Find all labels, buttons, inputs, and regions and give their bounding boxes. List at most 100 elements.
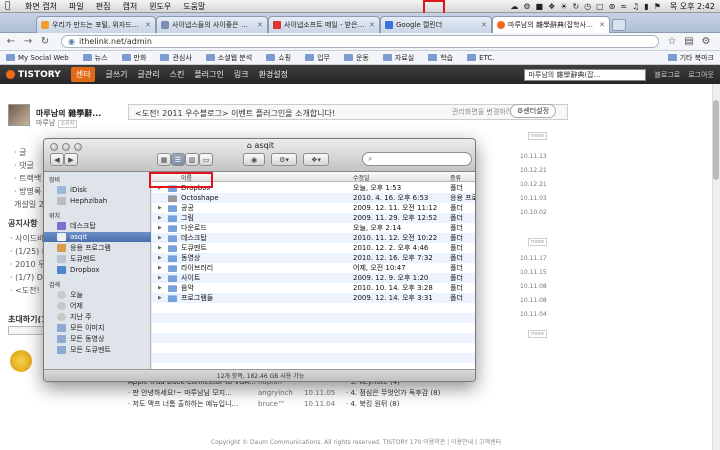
url-input[interactable]: ◉ ithelink.net/admin: [61, 35, 659, 48]
bookmark-news[interactable]: 뉴스: [82, 53, 108, 63]
column-view-button[interactable]: ▥: [185, 153, 199, 166]
close-icon[interactable]: ✕: [599, 21, 605, 29]
bookmark-etc[interactable]: ETC.: [467, 54, 495, 62]
nav-write[interactable]: 글쓰기: [105, 69, 127, 80]
disclosure-triangle-icon[interactable]: ▶: [158, 235, 162, 241]
sidebar-item-all-movies[interactable]: 모든 동영상: [44, 334, 151, 344]
back-button[interactable]: ◀: [50, 153, 64, 166]
apple-icon[interactable]: : [5, 1, 15, 11]
close-icon[interactable]: ✕: [481, 21, 487, 29]
file-row-downloads[interactable]: ▶ 다운로드 오늘, 오후 2:14 폴더: [152, 223, 475, 233]
quicklook-button[interactable]: ◉: [243, 153, 265, 166]
new-tab-button[interactable]: [612, 19, 626, 31]
disclosure-triangle-icon[interactable]: ▶: [158, 245, 162, 251]
column-header-kind[interactable]: 종류: [450, 173, 461, 182]
file-row-octoshape[interactable]: Octoshape 2010. 4. 16. 오후 6:53 응용 프로: [152, 193, 475, 203]
disclosure-triangle-icon[interactable]: ▶: [158, 205, 162, 211]
bookmark-comics[interactable]: 만화: [121, 53, 146, 63]
browser-tab-insidesynap[interactable]: 사이냅스들의 사이좋은 공간 InsideSynap ✕: [156, 16, 268, 33]
disclosure-triangle-icon[interactable]: ▶: [158, 265, 162, 271]
list-view-button[interactable]: ☰: [171, 153, 185, 166]
wifi-icon[interactable]: ≈: [620, 2, 627, 11]
sidebar-item-asqit[interactable]: asqit: [44, 232, 151, 242]
bookmark-my-social-web[interactable]: My Social Web: [6, 54, 69, 62]
bookmark-work[interactable]: 입무: [305, 53, 330, 63]
browser-tab-wizard[interactable]: 우리가 만드는 포털, 위자드닷컴 ✕: [36, 16, 156, 33]
nav-skin[interactable]: 스킨: [170, 69, 185, 80]
disclosure-triangle-icon[interactable]: ▶: [158, 225, 162, 231]
nav-settings[interactable]: 환경설정: [259, 69, 288, 80]
bookmark-shopping[interactable]: 쇼핑: [266, 53, 291, 63]
star-icon[interactable]: ☆: [665, 35, 679, 49]
center-setting-button[interactable]: ⚙ 센터설정: [510, 104, 557, 118]
browser-tab-mail[interactable]: 사이냅소프트 메일 - 받은편지함 ✕: [268, 16, 380, 33]
close-icon[interactable]: ✕: [369, 21, 375, 29]
reload-icon[interactable]: ↻: [38, 35, 52, 49]
more-link-middle[interactable]: more: [528, 238, 547, 246]
tray-icon-1[interactable]: ☁: [510, 2, 518, 11]
file-row-movies[interactable]: ▶ 동영상 2010. 12. 16. 오후 7:32 폴더: [152, 253, 475, 263]
list-item[interactable]: · 판 안녕하세요!~ 마루남님 모지... angryinch 10.11.0…: [128, 387, 548, 398]
back-arrow-icon[interactable]: ←: [4, 35, 18, 49]
sidebar-item-idisk[interactable]: iDisk: [44, 185, 151, 195]
nav-manage-posts[interactable]: 글관리: [138, 69, 160, 80]
sidebar-item-last-week[interactable]: 지난 주: [44, 312, 151, 322]
logout-link[interactable]: 로그아웃: [688, 70, 714, 80]
menubar-clock[interactable]: 목 오후 2:42: [670, 1, 715, 12]
menu-item-app[interactable]: 화면 캡처: [25, 1, 57, 12]
disclosure-triangle-icon[interactable]: ▶: [158, 285, 162, 291]
file-row-pictures[interactable]: ▶ 그림 2009. 11. 29. 오후 12:52 폴더: [152, 213, 475, 223]
more-link-top[interactable]: more: [528, 132, 547, 140]
file-row-documents[interactable]: ▶ 도큐멘트 2010. 12. 2. 오후 4:46 폴더: [152, 243, 475, 253]
menu-item-file[interactable]: 파일: [69, 1, 84, 12]
column-header-date[interactable]: 수정일: [353, 173, 370, 182]
file-row-public[interactable]: ▶ 공공 2009. 12. 11. 오전 11:12 폴더: [152, 203, 475, 213]
bookmark-other[interactable]: 기타 북마크: [667, 53, 714, 63]
flag-icon[interactable]: ⚑: [654, 2, 661, 11]
sidebar-item-desktop[interactable]: 데스크탑: [44, 221, 151, 231]
page-menu-icon[interactable]: ▤: [682, 35, 696, 49]
file-row-music[interactable]: ▶ 음악 2010. 10. 14. 오후 3:28 폴더: [152, 283, 475, 293]
forward-button[interactable]: ▶: [64, 153, 78, 166]
menu-item-help[interactable]: 도움말: [183, 1, 205, 12]
bookmark-interests[interactable]: 관심사: [160, 53, 192, 63]
file-row-desktop[interactable]: ▶ 데스크탑 2010. 11. 12. 오전 10:22 폴더: [152, 233, 475, 243]
file-row-programs[interactable]: ▶ 프로그램들 2009. 12. 14. 오후 3:31 폴더: [152, 293, 475, 303]
menu-item-window[interactable]: 윈도우: [149, 1, 171, 12]
invite-input[interactable]: [8, 326, 44, 335]
action-menu-button[interactable]: ⚙▾: [271, 153, 297, 166]
icon-view-button[interactable]: ▦: [157, 153, 171, 166]
browser-tab-tistory[interactable]: 마루남의 雜學辭典(잡학사전) :: Tistory ✕: [492, 16, 610, 33]
list-item[interactable]: · 저도 맥프 너톰 출하하는 예뉴입니... bruce™ 10.11.04 …: [128, 398, 548, 409]
bookmark-study[interactable]: 학습: [428, 53, 453, 63]
tray-icon-8[interactable]: ▢: [596, 2, 604, 11]
menu-item-edit[interactable]: 편집: [96, 1, 111, 12]
tray-icon-2[interactable]: ⚙: [523, 2, 530, 11]
timemachine-icon[interactable]: ◷: [584, 2, 591, 11]
bookmark-social-analysis[interactable]: 소셜웹 분석: [205, 53, 252, 63]
sidebar-item-dropbox[interactable]: Dropbox: [44, 265, 151, 275]
close-icon[interactable]: ✕: [257, 21, 263, 29]
sync-icon[interactable]: ↻: [572, 2, 579, 11]
nav-plugin[interactable]: 플러그인: [194, 69, 223, 80]
nav-link[interactable]: 링크: [234, 69, 249, 80]
sidebar-item-today[interactable]: 오늘: [44, 290, 151, 300]
bookmark-archive[interactable]: 자료실: [382, 53, 414, 63]
disclosure-triangle-icon[interactable]: ▶: [158, 275, 162, 281]
browser-tab-calendar[interactable]: Google 캘린더 ✕: [380, 16, 492, 33]
sidebar-item-all-images[interactable]: 모든 이미지: [44, 323, 151, 333]
sidebar-item-yesterday[interactable]: 어제: [44, 301, 151, 311]
disclosure-triangle-icon[interactable]: ▶: [158, 215, 162, 221]
dropbox-status-icon[interactable]: ❖: [548, 2, 555, 11]
tistory-logo[interactable]: TISTORY: [6, 70, 61, 80]
go-to-blog-link[interactable]: 블로그로: [654, 70, 680, 80]
close-icon[interactable]: ✕: [145, 21, 151, 29]
finder-search-input[interactable]: ⌕: [362, 152, 472, 166]
sidebar-item-applications[interactable]: 응용 프로그램: [44, 243, 151, 253]
file-row-sites[interactable]: ▶ 사이트 2009. 12. 9. 오후 1:20 폴더: [152, 273, 475, 283]
coverflow-view-button[interactable]: ▭: [199, 153, 213, 166]
file-row-library[interactable]: ▶ 라이브러리 어제, 오전 10:47 폴더: [152, 263, 475, 273]
sidebar-item-documents[interactable]: 도큐멘트: [44, 254, 151, 264]
tray-icon-3[interactable]: ■: [536, 2, 544, 11]
sidebar-item-all-documents[interactable]: 모든 도큐멘트: [44, 345, 151, 355]
